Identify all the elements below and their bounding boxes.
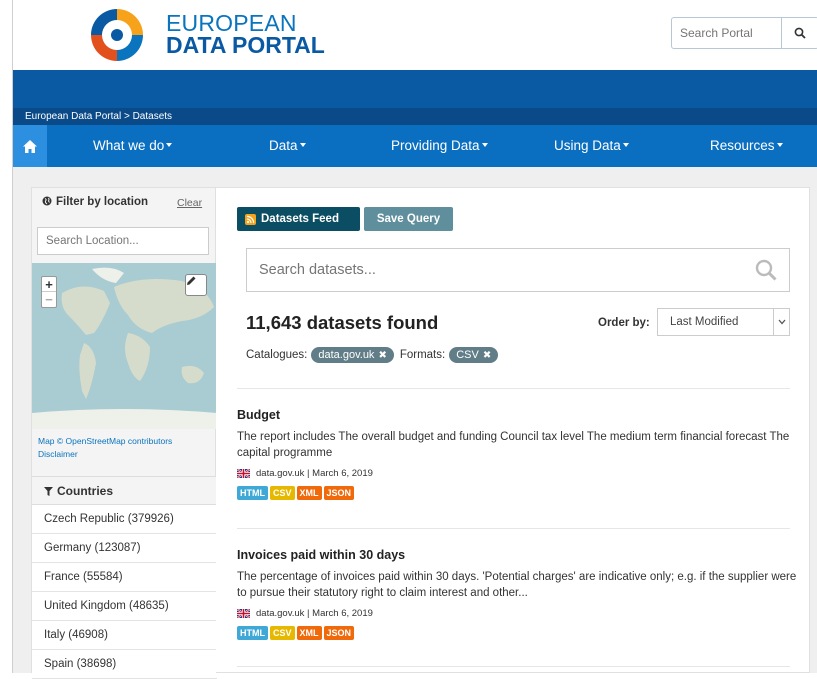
site-header: EUROPEAN DATA PORTAL — [13, 0, 817, 70]
datasets-feed-button[interactable]: Datasets Feed — [237, 207, 360, 231]
dataset-item: Invoices paid within 30 days The percent… — [237, 548, 797, 640]
dataset-title[interactable]: Budget — [237, 408, 797, 422]
dataset-search-input[interactable] — [247, 249, 727, 291]
nav-home[interactable] — [13, 125, 47, 167]
remove-icon[interactable]: ✖ — [483, 350, 491, 361]
caret-down-icon — [299, 143, 306, 148]
clear-filter-link[interactable]: Clear — [177, 197, 202, 209]
home-icon — [23, 139, 37, 153]
format-badge-json[interactable]: JSON — [323, 486, 355, 500]
caret-down-icon — [481, 143, 488, 148]
header-band — [13, 70, 817, 108]
format-badge-xml[interactable]: XML — [296, 486, 322, 500]
results-panel: Datasets Feed Save Query 11,643 datasets… — [216, 187, 810, 673]
catalogues-label: Catalogues: — [246, 349, 308, 361]
results-count: 11,643 datasets found — [246, 312, 439, 333]
format-badges: HTML CSV XML JSON — [237, 486, 797, 500]
search-icon — [794, 27, 806, 39]
dataset-description: The percentage of invoices paid within 3… — [237, 571, 797, 599]
logo-line-data-portal: DATA PORTAL — [166, 32, 325, 58]
portal-search-button[interactable] — [782, 18, 817, 48]
format-badge-csv[interactable]: CSV — [270, 486, 295, 500]
divider — [237, 388, 790, 389]
main-nav: What we do Data Providing Data Using Dat… — [13, 125, 817, 167]
save-query-button[interactable]: Save Query — [364, 207, 453, 231]
divider — [237, 528, 790, 529]
chevron-down-icon — [773, 309, 789, 335]
map-zoom-controls: + − — [41, 276, 57, 308]
logo-text[interactable]: EUROPEAN DATA PORTAL — [166, 10, 325, 58]
osm-attribution-link[interactable]: Map © OpenStreetMap contributors — [38, 435, 172, 448]
caret-down-icon — [166, 143, 173, 148]
logo-icon[interactable] — [88, 6, 146, 64]
countries-facet-title[interactable]: Countries — [32, 476, 217, 505]
uk-flag-icon — [237, 469, 250, 478]
map-attribution: Map © OpenStreetMap contributors Disclai… — [38, 435, 172, 461]
disclaimer-link[interactable]: Disclaimer — [38, 448, 172, 461]
country-item[interactable]: Spain (38698) — [32, 650, 217, 679]
filter-icon — [44, 487, 53, 496]
pencil-icon — [187, 276, 196, 285]
uk-flag-icon — [237, 609, 250, 618]
order-by-value: Last Modified — [670, 316, 739, 328]
format-filter-pill[interactable]: CSV ✖ — [449, 347, 499, 363]
divider — [237, 666, 790, 667]
format-badge-json[interactable]: JSON — [323, 626, 355, 640]
zoom-in-icon[interactable]: + — [42, 277, 56, 292]
location-search-input[interactable] — [37, 227, 209, 255]
dataset-search — [246, 248, 790, 292]
nav-what-we-do[interactable]: What we do — [93, 125, 173, 167]
zoom-out-icon[interactable]: − — [42, 292, 56, 307]
country-item[interactable]: Italy (46908) — [32, 621, 217, 650]
location-map[interactable]: + − — [32, 263, 217, 429]
map-draw-button[interactable] — [185, 274, 207, 296]
dataset-item: Budget The report includes The overall b… — [237, 408, 797, 500]
country-item[interactable]: United Kingdom (48635) — [32, 592, 217, 621]
formats-label: Formats: — [399, 349, 446, 361]
filter-sidebar: Filter by location Clear + − Map © OpenS… — [31, 187, 217, 679]
caret-down-icon — [622, 143, 629, 148]
catalogue-filter-pill[interactable]: data.gov.uk ✖ — [311, 347, 394, 363]
order-by-select[interactable]: Last Modified — [657, 308, 790, 336]
search-icon[interactable] — [755, 259, 777, 281]
dataset-meta: data.gov.uk | March 6, 2019 — [237, 608, 797, 619]
logo-line-european: EUROPEAN — [166, 10, 297, 36]
portal-search-input[interactable] — [672, 18, 782, 48]
rss-icon — [245, 213, 256, 225]
nav-resources[interactable]: Resources — [710, 125, 783, 167]
country-list: Czech Republic (379926) Germany (123087)… — [32, 505, 217, 679]
remove-icon[interactable]: ✖ — [378, 350, 386, 361]
format-badge-xml[interactable]: XML — [296, 626, 322, 640]
filter-title: Filter by location — [42, 196, 148, 208]
country-item[interactable]: Germany (123087) — [32, 534, 217, 563]
dataset-title[interactable]: Invoices paid within 30 days — [237, 548, 797, 562]
nav-using-data[interactable]: Using Data — [554, 125, 629, 167]
format-badges: HTML CSV XML JSON — [237, 626, 797, 640]
caret-down-icon — [776, 143, 783, 148]
breadcrumb[interactable]: European Data Portal > Datasets — [13, 108, 817, 125]
active-facets: Catalogues: data.gov.uk ✖ Formats: CSV ✖ — [246, 347, 504, 363]
format-badge-csv[interactable]: CSV — [270, 626, 295, 640]
portal-search — [671, 17, 817, 49]
order-by-label: Order by: — [598, 317, 650, 329]
dataset-description: The report includes The overall budget a… — [237, 431, 790, 459]
country-item[interactable]: Czech Republic (379926) — [32, 505, 217, 534]
nav-providing-data[interactable]: Providing Data — [391, 125, 488, 167]
nav-data[interactable]: Data — [269, 125, 306, 167]
country-item[interactable]: France (55584) — [32, 563, 217, 592]
format-badge-html[interactable]: HTML — [237, 486, 268, 500]
dataset-meta: data.gov.uk | March 6, 2019 — [237, 468, 797, 479]
globe-icon — [42, 196, 52, 206]
format-badge-html[interactable]: HTML — [237, 626, 268, 640]
